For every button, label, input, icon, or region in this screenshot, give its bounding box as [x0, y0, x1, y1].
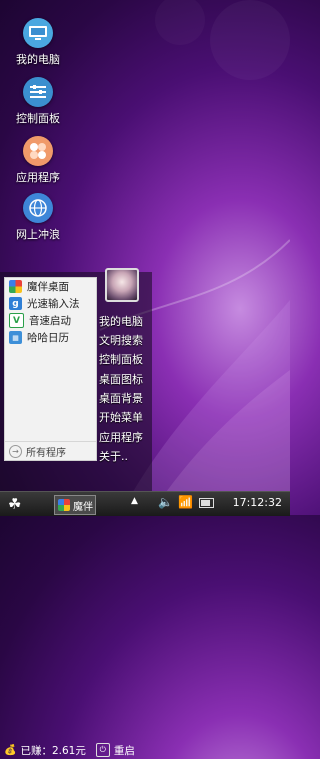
apps-icon [23, 136, 53, 166]
desktop-icon-apps[interactable]: 应用程序 [6, 136, 70, 185]
clock: 17:12:32 [232, 496, 282, 509]
desktop-icon-label: 网上冲浪 [16, 228, 60, 241]
avatar[interactable] [105, 268, 139, 302]
menu-item-apps[interactable]: 应用程序 [99, 429, 143, 445]
computer-icon [23, 18, 53, 48]
wifi-icon[interactable]: 📶 [178, 495, 193, 509]
power-icon[interactable]: ⏻ [95, 743, 110, 757]
start-menu-app-mobandesk[interactable]: 魔伴桌面 [5, 278, 96, 295]
desktop-icon-internet[interactable]: 网上冲浪 [6, 193, 70, 242]
battery-icon [199, 498, 214, 508]
chevron-up-icon[interactable]: ▲ [131, 496, 138, 506]
speaker-icon[interactable]: 🔈 [158, 495, 173, 509]
menu-item-my-computer[interactable]: 我的电脑 [99, 313, 143, 329]
app-label: 魔伴桌面 [27, 281, 69, 293]
taskbar-app-moban[interactable]: 魔伴 [54, 495, 96, 515]
app-label: 音速启动 [29, 315, 71, 327]
start-menu-footer: 💰 已赚：2.61元 ⏻ 重启 [4, 741, 150, 759]
control-panel-icon [23, 77, 53, 107]
app-label: 哈哈日历 [27, 332, 69, 344]
menu-item-desktop-icons[interactable]: 桌面图标 [99, 371, 143, 387]
clover-start-icon[interactable]: ☘ [8, 495, 21, 513]
desktop-icon-my-computer[interactable]: 我的电脑 [6, 18, 70, 67]
coin-bag-icon: 💰 [4, 744, 17, 756]
all-programs-button[interactable]: → 所有程序 [5, 441, 96, 460]
launcher-icon: V [9, 313, 24, 328]
start-menu-app-input-method[interactable]: g 光速输入法 [5, 295, 96, 312]
taskbar: ☘ 魔伴 ▲ 🔈 📶 17:12:32 [0, 491, 290, 516]
mobandesk-icon [58, 499, 70, 511]
input-method-icon: g [9, 297, 22, 310]
desktop-icon-label: 我的电脑 [16, 53, 60, 66]
menu-item-desktop-background[interactable]: 桌面背景 [99, 390, 143, 406]
arrow-right-icon: → [9, 444, 22, 458]
menu-item-start-menu[interactable]: 开始菜单 [99, 409, 143, 425]
all-programs-label: 所有程序 [26, 447, 66, 459]
start-menu-app-calendar[interactable]: ▦ 哈哈日历 [5, 329, 96, 346]
desktop-icon-label: 控制面板 [16, 112, 60, 125]
menu-item-search[interactable]: 文明搜索 [99, 332, 143, 348]
app-label: 光速输入法 [27, 298, 80, 310]
mobandesk-icon [9, 280, 22, 293]
calendar-icon: ▦ [9, 331, 22, 344]
taskbar-app-label: 魔伴 [73, 501, 93, 513]
start-menu-app-list: 魔伴桌面 g 光速输入法 V 音速启动 ▦ 哈哈日历 → 所有程序 [4, 277, 97, 461]
globe-icon [23, 193, 53, 223]
restart-button[interactable]: 重启 [114, 743, 135, 758]
menu-item-about[interactable]: 关于.. [99, 448, 128, 464]
start-menu-app-launcher[interactable]: V 音速启动 [5, 312, 96, 329]
menu-item-control-panel[interactable]: 控制面板 [99, 351, 143, 367]
desktop-icon-control-panel[interactable]: 控制面板 [6, 77, 70, 126]
desktop-icon-label: 应用程序 [16, 171, 60, 184]
earned-amount: 已赚：2.61元 [20, 744, 86, 757]
